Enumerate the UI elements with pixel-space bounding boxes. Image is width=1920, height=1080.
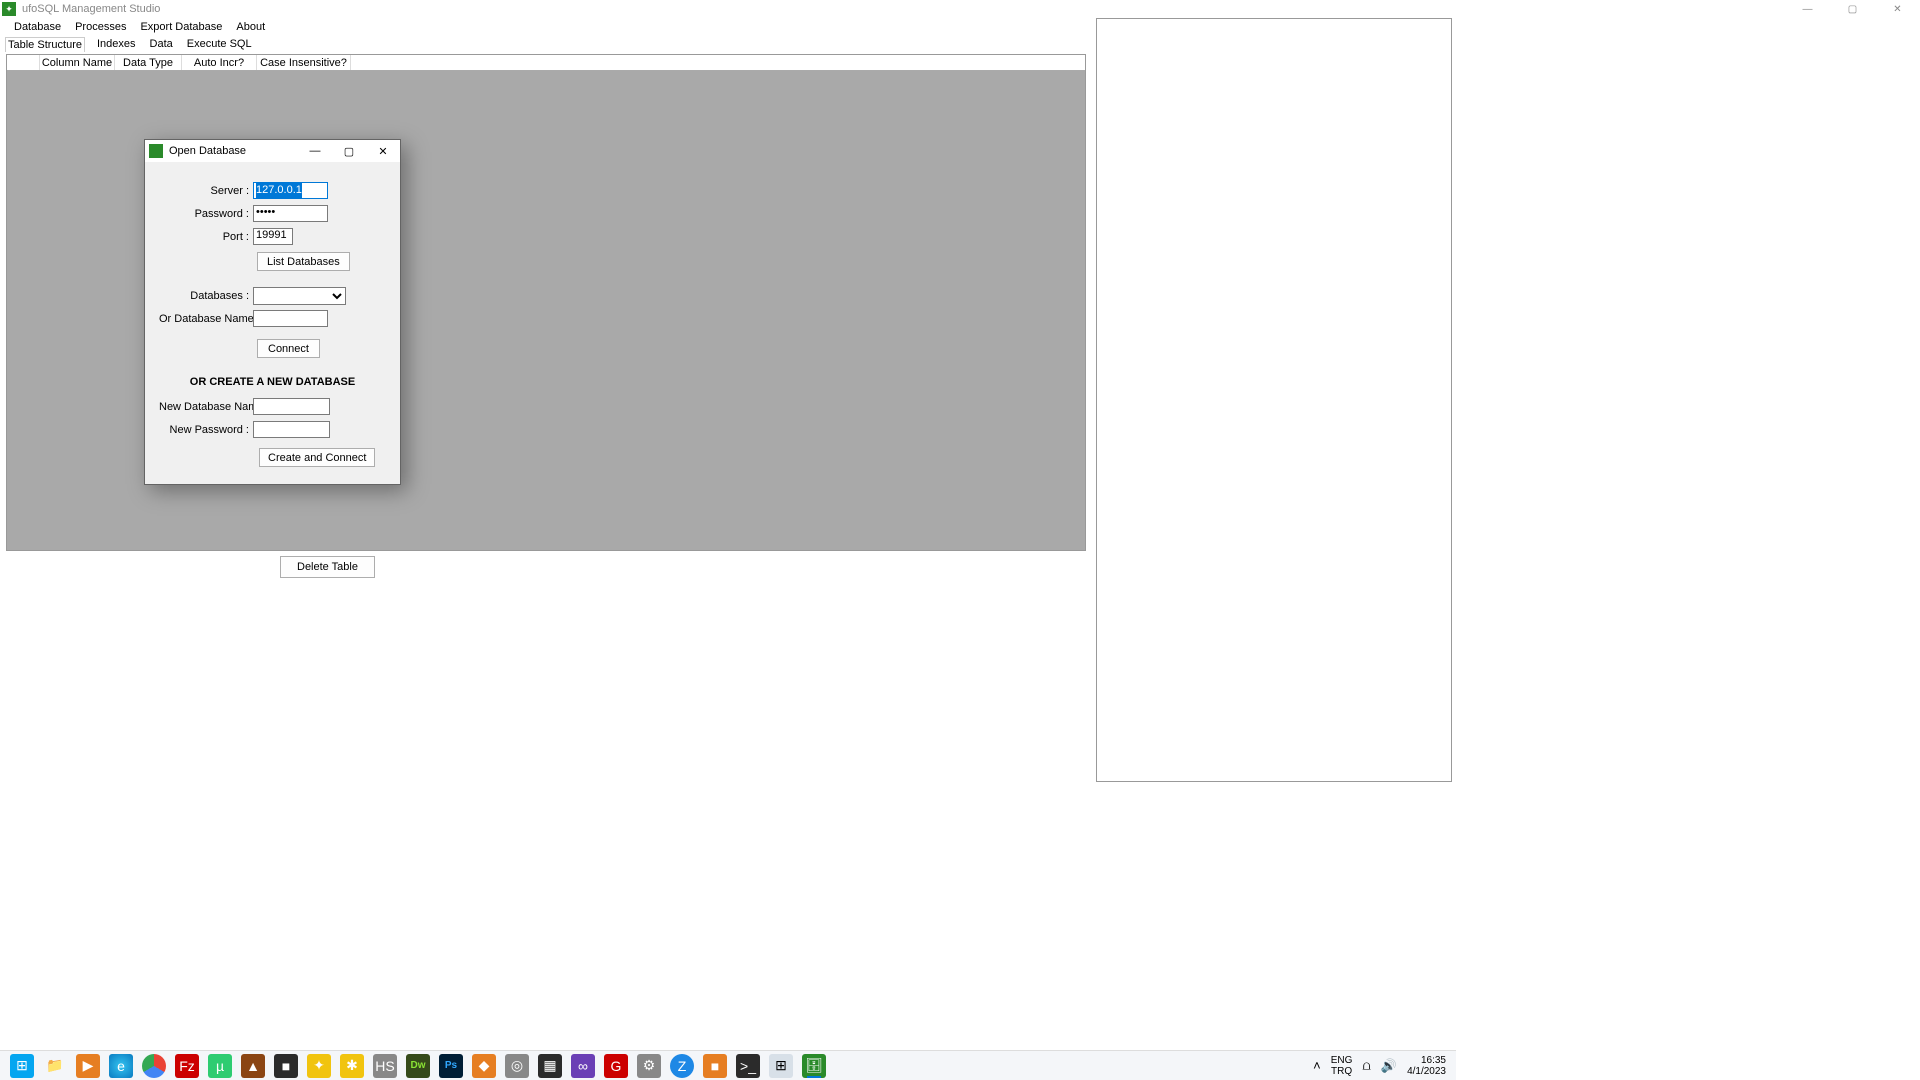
taskbar: ⊞ 📁 ▶ e Fzµ ▲ ■ ✦ ✱ HS Dw Ps ◆ ◎ ▦ ∞ G ⚙ Z ■ >_ ⊞ 🗄 ˄ ENGTRQ ⩍… bbox=[0, 1050, 1456, 1080]
connect-button[interactable]: Connect bbox=[257, 339, 320, 358]
tray-clock[interactable]: 16:354/1/2023 bbox=[1407, 1055, 1446, 1077]
col-column-name[interactable]: Column Name bbox=[40, 55, 115, 70]
taskbar-icon-ufosql[interactable]: 🗄 bbox=[802, 1054, 826, 1078]
tray-wifi-icon[interactable]: ⩍ bbox=[1362, 1058, 1370, 1074]
menu-database[interactable]: Database bbox=[12, 20, 63, 34]
col-data-type[interactable]: Data Type bbox=[115, 55, 182, 70]
taskbar-icon-edge[interactable]: e bbox=[109, 1054, 133, 1078]
tab-indexes[interactable]: Indexes bbox=[95, 37, 138, 51]
tabbar: Table Structure Indexes Data Execute SQL bbox=[0, 35, 1920, 53]
taskbar-icon-start[interactable]: ⊞ bbox=[10, 1054, 34, 1078]
new-password-label: New Password : bbox=[159, 424, 253, 436]
taskbar-icon-app11[interactable]: ✱ bbox=[340, 1054, 364, 1078]
tray-volume-icon[interactable]: 🔊 bbox=[1381, 1058, 1397, 1074]
row-header-blank bbox=[7, 55, 40, 70]
window-title: ufoSQL Management Studio bbox=[22, 3, 160, 15]
menubar: Database Processes Export Database About bbox=[0, 18, 1920, 35]
right-panel bbox=[1096, 18, 1452, 782]
taskbar-icons: ⊞ 📁 ▶ e Fzµ ▲ ■ ✦ ✱ HS Dw Ps ◆ ◎ ▦ ∞ G ⚙ Z ■ >_ ⊞ 🗄 bbox=[10, 1054, 826, 1078]
taskbar-icon-heidisql[interactable]: HS bbox=[373, 1054, 397, 1078]
taskbar-icon-app20[interactable]: ⚙ bbox=[637, 1054, 661, 1078]
minimize-button[interactable]: — bbox=[1785, 0, 1830, 18]
dialog-title: Open Database bbox=[169, 145, 298, 157]
main-titlebar: ✦ ufoSQL Management Studio — ▢ ✕ bbox=[0, 0, 1920, 18]
taskbar-icon-dreamweaver[interactable]: Dw bbox=[406, 1054, 430, 1078]
menu-about[interactable]: About bbox=[234, 20, 267, 34]
taskbar-icon-filezilla[interactable]: Fz bbox=[175, 1054, 199, 1078]
create-and-connect-button[interactable]: Create and Connect bbox=[259, 448, 375, 467]
system-tray: ˄ ENGTRQ ⩍ 🔊 16:354/1/2023 bbox=[1313, 1055, 1456, 1077]
dialog-app-icon bbox=[149, 144, 163, 158]
taskbar-icon-app9[interactable]: ■ bbox=[274, 1054, 298, 1078]
taskbar-icon-app8[interactable]: ▲ bbox=[241, 1054, 265, 1078]
taskbar-icon-app16[interactable]: ◎ bbox=[505, 1054, 529, 1078]
menu-export-database[interactable]: Export Database bbox=[138, 20, 224, 34]
open-database-dialog: Open Database — ▢ ✕ Server : 127.0.0.1 P… bbox=[144, 139, 401, 485]
server-label: Server : bbox=[159, 185, 253, 197]
new-dbname-label: New Database Name : bbox=[159, 401, 253, 413]
dialog-titlebar[interactable]: Open Database — ▢ ✕ bbox=[145, 140, 400, 162]
new-dbname-input[interactable] bbox=[253, 398, 330, 415]
delete-table-button[interactable]: Delete Table bbox=[280, 556, 375, 578]
server-input[interactable]: 127.0.0.1 bbox=[253, 182, 328, 199]
maximize-button[interactable]: ▢ bbox=[1830, 0, 1875, 18]
taskbar-icon-app17[interactable]: ▦ bbox=[538, 1054, 562, 1078]
dialog-close-button[interactable]: ✕ bbox=[366, 140, 400, 162]
databases-label: Databases : bbox=[159, 290, 253, 302]
col-auto-incr[interactable]: Auto Incr? bbox=[182, 55, 257, 70]
menu-processes[interactable]: Processes bbox=[73, 20, 128, 34]
taskbar-icon-explorer[interactable]: 📁 bbox=[43, 1054, 67, 1078]
databases-select[interactable] bbox=[253, 287, 346, 305]
taskbar-icon-photoshop[interactable]: Ps bbox=[439, 1054, 463, 1078]
taskbar-icon-app15[interactable]: ◆ bbox=[472, 1054, 496, 1078]
new-password-input[interactable] bbox=[253, 421, 330, 438]
app-icon: ✦ bbox=[2, 2, 16, 16]
taskbar-icon-app21[interactable]: Z bbox=[670, 1054, 694, 1078]
dialog-maximize-button[interactable]: ▢ bbox=[332, 140, 366, 162]
password-input[interactable]: ••••• bbox=[253, 205, 328, 222]
taskbar-icon-terminal[interactable]: >_ bbox=[736, 1054, 760, 1078]
or-create-heading: OR CREATE A NEW DATABASE bbox=[159, 376, 386, 388]
taskbar-icon-app19[interactable]: G bbox=[604, 1054, 628, 1078]
close-button[interactable]: ✕ bbox=[1875, 0, 1920, 18]
tray-language[interactable]: ENGTRQ bbox=[1331, 1055, 1353, 1077]
taskbar-icon-calculator[interactable]: ⊞ bbox=[769, 1054, 793, 1078]
dialog-minimize-button[interactable]: — bbox=[298, 140, 332, 162]
taskbar-icon-visualstudio[interactable]: ∞ bbox=[571, 1054, 595, 1078]
taskbar-icon-media[interactable]: ▶ bbox=[76, 1054, 100, 1078]
or-dbname-label: Or Database Name : bbox=[159, 313, 253, 325]
tab-table-structure[interactable]: Table Structure bbox=[5, 37, 85, 52]
list-databases-button[interactable]: List Databases bbox=[257, 252, 350, 271]
taskbar-icon-chrome[interactable] bbox=[142, 1054, 166, 1078]
taskbar-icon-utorrent[interactable]: µ bbox=[208, 1054, 232, 1078]
taskbar-icon-app22[interactable]: ■ bbox=[703, 1054, 727, 1078]
workspace: Column Name Data Type Auto Incr? Case In… bbox=[6, 54, 1086, 551]
password-label: Password : bbox=[159, 208, 253, 220]
taskbar-icon-app10[interactable]: ✦ bbox=[307, 1054, 331, 1078]
port-input[interactable]: 19991 bbox=[253, 228, 293, 245]
tray-chevron-icon[interactable]: ˄ bbox=[1313, 1058, 1321, 1073]
table-header: Column Name Data Type Auto Incr? Case In… bbox=[7, 55, 1085, 71]
dbname-input[interactable] bbox=[253, 310, 328, 327]
tab-data[interactable]: Data bbox=[148, 37, 175, 51]
tab-execute-sql[interactable]: Execute SQL bbox=[185, 37, 254, 51]
col-case-insensitive[interactable]: Case Insensitive? bbox=[257, 55, 351, 70]
port-label: Port : bbox=[159, 231, 253, 243]
